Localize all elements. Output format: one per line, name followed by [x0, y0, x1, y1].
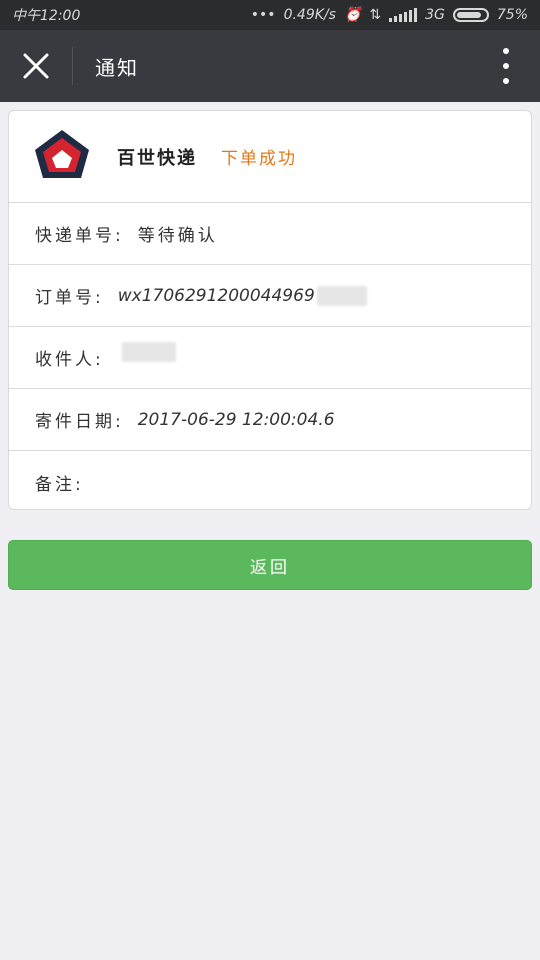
recipient-label: 收件人: — [35, 350, 104, 370]
company-row: 百世快递 下单成功 — [9, 111, 531, 203]
status-time: 中午12:00 — [12, 8, 81, 24]
status-bar: 中午12:00 ••• 0.49K/s ⏰ ⇅ 3G 75% — [0, 0, 540, 30]
send-date-row: 寄件日期: 2017-06-29 12:00:04.6 — [9, 389, 531, 451]
order-number-value: wx1706291200044969 — [117, 285, 315, 306]
return-button[interactable]: 返回 — [8, 540, 532, 590]
recipient-row: 收件人: — [9, 327, 531, 389]
data-transfer-icon: ⇅ — [369, 7, 382, 23]
nav-bar: 通知 — [0, 30, 540, 102]
battery-icon — [452, 8, 489, 22]
page-title: 通知 — [95, 55, 139, 80]
more-dot-icon — [503, 63, 509, 69]
network-speed: 0.49K/s — [283, 7, 336, 23]
order-card: 百世快递 下单成功 快递单号: 等待确认 订单号: wx170629120004… — [8, 110, 532, 510]
tracking-number-label: 快递单号: — [35, 226, 124, 246]
close-icon — [23, 53, 49, 79]
redacted-block — [316, 285, 367, 306]
redacted-recipient — [121, 341, 176, 362]
battery-percent: 75% — [496, 7, 528, 23]
order-status: 下单成功 — [221, 149, 297, 169]
signal-icon — [389, 8, 418, 22]
nav-divider — [72, 47, 73, 85]
best-express-logo-icon — [35, 129, 89, 178]
more-options-button[interactable] — [494, 48, 518, 84]
more-dots-icon: ••• — [250, 7, 276, 23]
send-date-value: 2017-06-29 12:00:04.6 — [137, 409, 335, 430]
alarm-off-icon: ⏰ — [343, 7, 362, 23]
close-button[interactable] — [0, 30, 72, 102]
order-number-row: 订单号: wx1706291200044969 — [9, 265, 531, 327]
send-date-label: 寄件日期: — [35, 412, 124, 432]
tracking-number-row: 快递单号: 等待确认 — [9, 203, 531, 265]
remark-label: 备注: — [35, 474, 84, 495]
order-number-label: 订单号: — [35, 288, 104, 308]
network-type: 3G — [425, 7, 445, 23]
status-indicators: ••• 0.49K/s ⏰ ⇅ 3G 75% — [251, 7, 528, 23]
company-name: 百世快递 — [117, 147, 197, 169]
tracking-number-value: 等待确认 — [137, 226, 218, 246]
remark-row: 备注: — [9, 451, 531, 513]
more-dot-icon — [503, 78, 509, 84]
more-dot-icon — [503, 48, 509, 54]
